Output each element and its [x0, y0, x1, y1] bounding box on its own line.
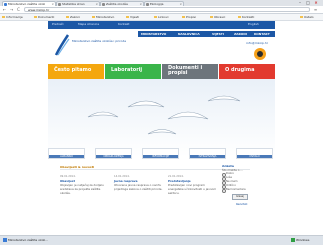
bookmark-item[interactable]: Linkovi	[154, 15, 184, 19]
nav-zakoni[interactable]: ZAKONI	[234, 32, 247, 36]
category-card[interactable]: ALBANSKI	[48, 148, 85, 159]
maximize-button[interactable]: □	[304, 0, 312, 5]
language-link[interactable]: English	[248, 22, 259, 26]
bookmark-item[interactable]: Dokumenti	[34, 15, 68, 19]
folder-icon	[34, 16, 37, 18]
search-link[interactable]: Pretraži	[52, 22, 63, 26]
category-card[interactable]: OSTALO	[236, 148, 273, 159]
bookmark-item[interactable]: Obrasci	[210, 15, 240, 19]
menu-icon[interactable]: ≡	[313, 7, 318, 12]
bookmark-item[interactable]: Zakoni	[66, 15, 94, 19]
ministry-logo-icon[interactable]	[54, 33, 70, 57]
folder-icon	[182, 16, 185, 18]
vote-button[interactable]: Glasaj	[232, 194, 248, 200]
folder-icon	[300, 16, 303, 18]
contact-link[interactable]: Kontakt	[118, 22, 129, 26]
folder-icon	[92, 16, 95, 18]
sitemap-link[interactable]: Mapa stranice	[78, 22, 99, 26]
tile-laboratorij[interactable]: Laboratorij	[105, 64, 161, 79]
close-window-button[interactable]: ✕	[312, 0, 320, 5]
bookmarks-bar: Informacije Dokumenti Zakoni Ministarstv…	[0, 14, 323, 21]
bookmark-item[interactable]: Vijesti	[126, 15, 156, 19]
category-card[interactable]: ISTRAŽIVANJA	[189, 148, 226, 159]
category-card[interactable]: INFORMACIJE	[142, 148, 179, 159]
taskbar-browser-item[interactable]: Ministarstvo zaštite okoli...	[2, 237, 78, 243]
emblem-icon	[254, 48, 266, 60]
browser-icon	[3, 238, 7, 242]
bookmark-item[interactable]: Ministarstvo	[92, 15, 128, 19]
site-header: Ministarstvo zaštite okoliša i prirode M…	[48, 29, 275, 69]
contact-email[interactable]: info@mzoip.hr	[198, 41, 268, 45]
site-logo-text: Ministarstvo zaštite okoliša i prirode	[72, 39, 127, 43]
taskbar-windows-item[interactable]: Windows	[290, 237, 323, 243]
windows-icon	[291, 238, 295, 242]
hero-banner	[48, 79, 275, 157]
results-link[interactable]: Rezultati	[236, 203, 268, 206]
main-nav: MINISTARSTVO NASLOVNICA VIJESTI ZAKONI K…	[138, 31, 275, 37]
back-button[interactable]: ←	[2, 7, 7, 12]
tile-cesto-pitamo[interactable]: Često pitamo	[48, 64, 104, 79]
folder-icon	[210, 16, 213, 18]
tile-o-drugima[interactable]: O drugima	[219, 64, 275, 79]
folder-icon	[238, 16, 241, 18]
feature-tiles: Često pitamo Laboratorij Dokumenti i pro…	[48, 64, 275, 79]
content-area: Obavijesti & novosti 09.01.2014. Obavije…	[48, 163, 275, 235]
folder-icon	[154, 16, 157, 18]
browser-toolbar: ← → C www.mzoip.hr ≡	[0, 6, 323, 14]
folder-icon	[2, 16, 5, 18]
bookmark-item[interactable]: Informacije	[2, 15, 36, 19]
category-card[interactable]: OBRAZLOŽENJA	[95, 148, 132, 159]
nav-vijesti[interactable]: VIJESTI	[212, 32, 224, 36]
poll-option[interactable]: Bez komentara	[222, 188, 268, 193]
news-item: 21.01.2014. Predstavljanje Predstavljen …	[168, 175, 217, 195]
web-page: Pretraži Mapa stranice Kontakt English M…	[0, 21, 323, 235]
poll-widget: Anketa Što mislite o ... Dobro Loše Ne z…	[222, 164, 268, 234]
tile-dokumenti[interactable]: Dokumenti i propisi	[162, 64, 218, 79]
bookmark-item[interactable]: Kontakti	[238, 15, 270, 19]
nav-naslovnica[interactable]: NASLOVNICA	[178, 32, 200, 36]
news-item: 14.01.2014. Javna rasprava Otvorena javn…	[114, 175, 163, 191]
bookmark-item[interactable]: Ostalo	[300, 15, 323, 19]
forward-button[interactable]: →	[9, 7, 14, 12]
reload-button[interactable]: C	[16, 7, 21, 12]
address-bar[interactable]: www.mzoip.hr	[24, 7, 310, 12]
category-strip: ALBANSKI OBRAZLOŽENJA INFORMACIJE ISTRAŽ…	[48, 148, 275, 159]
bookmark-item[interactable]: Propisi	[182, 15, 212, 19]
nav-kontakt[interactable]: KONTAKT	[254, 32, 270, 36]
folder-icon	[66, 16, 69, 18]
folder-icon	[126, 16, 129, 18]
radio-icon[interactable]	[222, 189, 226, 193]
nav-ministarstvo[interactable]: MINISTARSTVO	[141, 32, 166, 36]
seagulls-image	[87, 95, 241, 135]
minimize-button[interactable]: –	[296, 0, 304, 5]
site-topstrip: Pretraži Mapa stranice Kontakt English	[48, 21, 275, 29]
news-item: 09.01.2014. Obavijest Objavljen je natje…	[60, 175, 104, 195]
